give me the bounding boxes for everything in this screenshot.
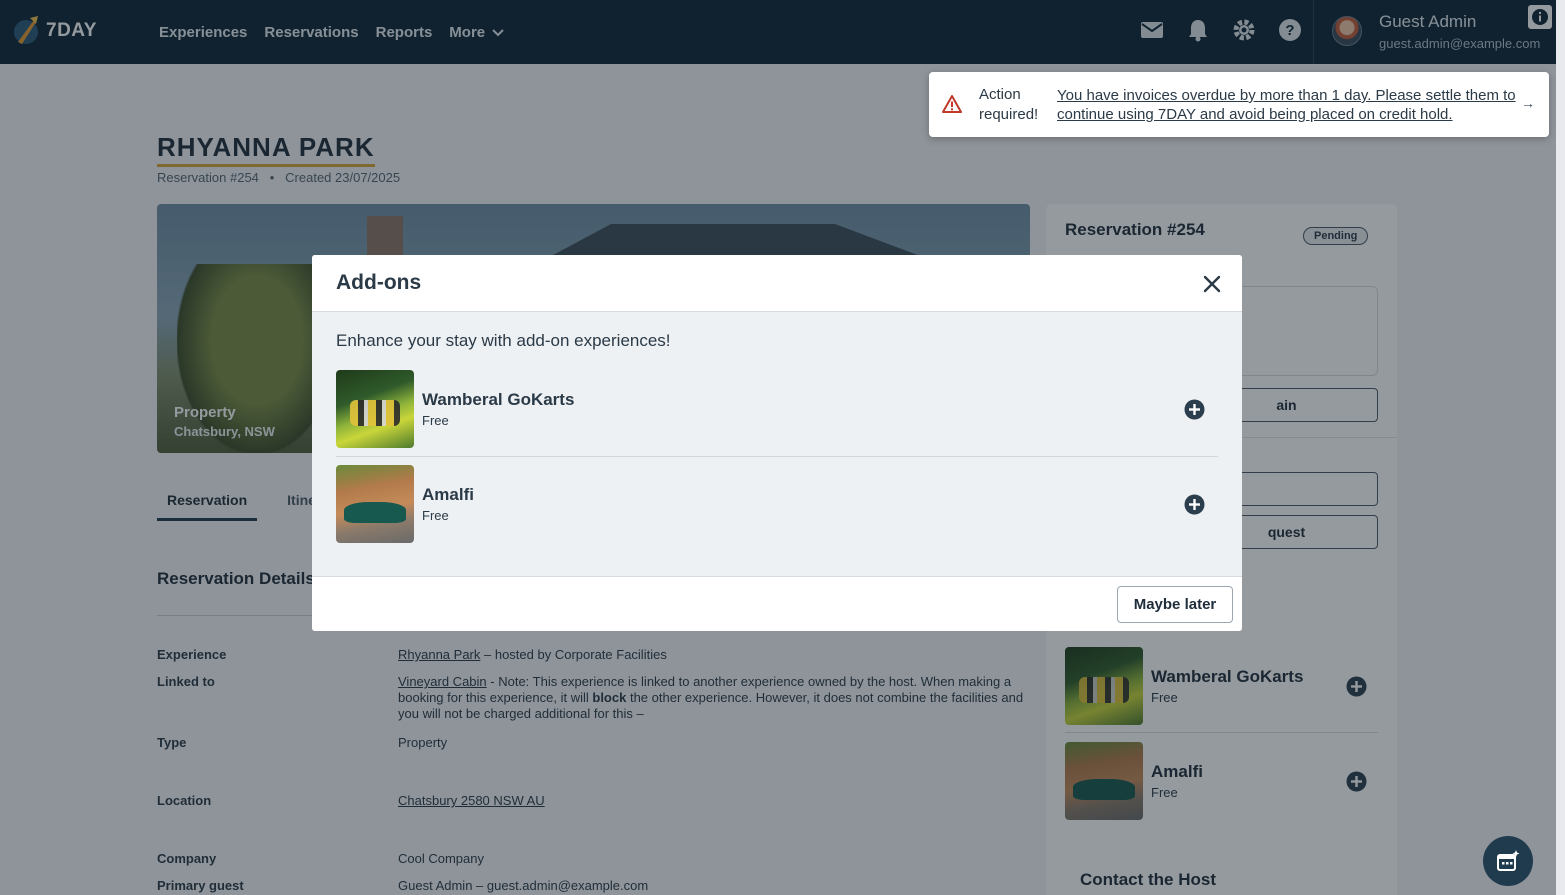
addon-price: Free bbox=[422, 508, 449, 523]
addon-divider bbox=[336, 456, 1218, 457]
maybe-later-button[interactable]: Maybe later bbox=[1117, 586, 1233, 623]
addon-item-amalfi: Amalfi Free bbox=[336, 465, 1218, 543]
modal-header: Add-ons bbox=[312, 255, 1242, 312]
addon-price: Free bbox=[422, 413, 449, 428]
warning-icon bbox=[942, 95, 962, 113]
page-scrollbar[interactable] bbox=[1556, 0, 1565, 895]
alert-title: Action required! bbox=[979, 86, 1039, 123]
addon-name: Amalfi bbox=[422, 485, 474, 504]
amalfi-thumbnail bbox=[336, 465, 414, 543]
alert-message-link[interactable]: You have invoices overdue by more than 1… bbox=[1057, 86, 1517, 124]
addon-item-gokarts: Wamberal GoKarts Free bbox=[336, 370, 1218, 448]
calendar-sparkle-icon bbox=[1497, 850, 1520, 871]
add-plus-circle-icon[interactable] bbox=[1184, 399, 1205, 420]
arrow-right-icon[interactable]: → bbox=[1521, 95, 1535, 111]
close-icon bbox=[1203, 275, 1221, 293]
modal-footer: Maybe later bbox=[312, 576, 1242, 631]
overdue-invoice-alert: Action required! You have invoices overd… bbox=[929, 72, 1549, 137]
gokarts-thumbnail bbox=[336, 370, 414, 448]
calendar-fab-button[interactable] bbox=[1483, 836, 1533, 886]
close-button[interactable] bbox=[1200, 272, 1224, 296]
modal-title: Add-ons bbox=[336, 271, 422, 294]
modal-intro-text: Enhance your stay with add-on experience… bbox=[336, 331, 671, 350]
add-plus-circle-icon[interactable] bbox=[1184, 494, 1205, 515]
addons-modal: Add-ons Enhance your stay with add-on ex… bbox=[312, 255, 1242, 631]
addon-name: Wamberal GoKarts bbox=[422, 390, 575, 409]
